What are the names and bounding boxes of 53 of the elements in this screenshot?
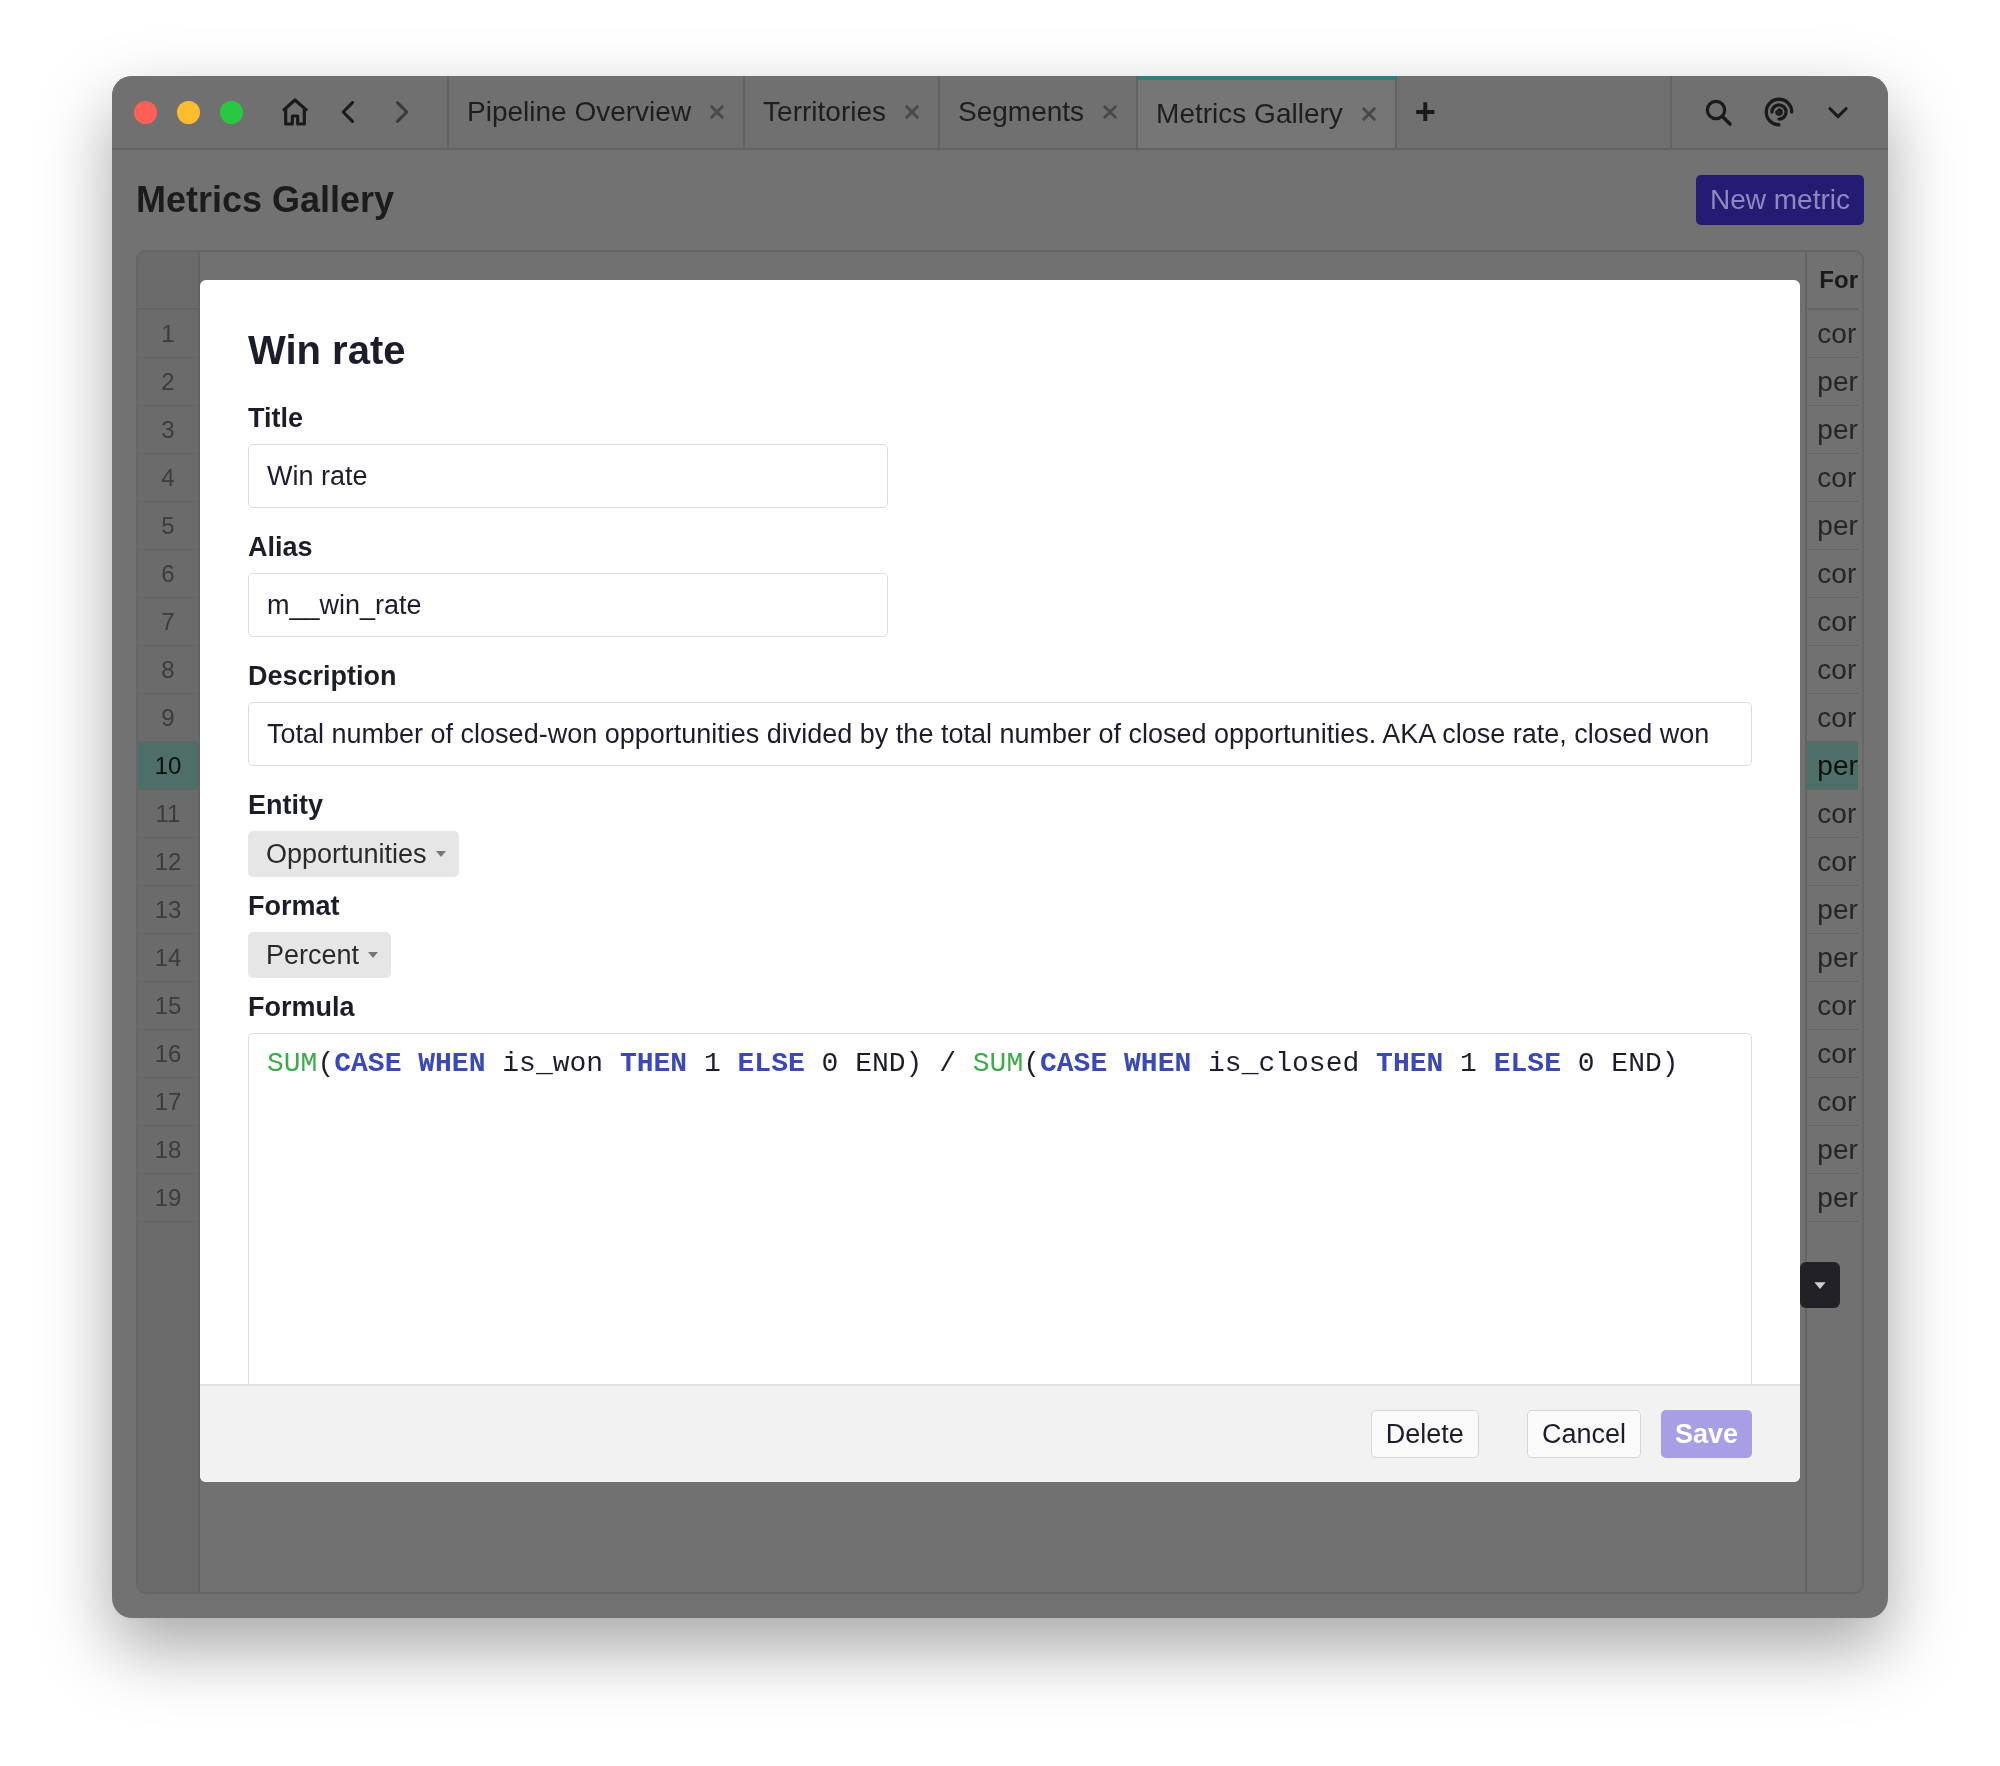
table-cell: cor: [1807, 982, 1858, 1030]
tab[interactable]: Territories: [745, 76, 941, 148]
table-cell: cor: [1807, 790, 1858, 838]
dropdown-button[interactable]: [1800, 1262, 1840, 1308]
row-number[interactable]: 10: [138, 742, 198, 790]
home-icon[interactable]: [279, 96, 311, 128]
format-dropdown[interactable]: Percent: [248, 932, 392, 978]
table-cell: cor: [1807, 598, 1858, 646]
table-cell: per: [1807, 1174, 1858, 1222]
minimize-window-button[interactable]: [177, 100, 200, 124]
maximize-window-button[interactable]: [220, 100, 243, 124]
table-cell: cor: [1807, 550, 1858, 598]
title-input-field[interactable]: Win rate: [248, 444, 888, 508]
table-cell: cor: [1807, 310, 1858, 358]
tab[interactable]: Pipeline Overview: [449, 76, 746, 148]
table-cell: cor: [1807, 1078, 1858, 1126]
table-cell: cor: [1807, 1030, 1858, 1078]
close-icon[interactable]: [1102, 104, 1119, 120]
new-metric-button[interactable]: New metric: [1696, 175, 1864, 225]
table-cell: per: [1807, 742, 1858, 790]
table-cell: per: [1807, 886, 1858, 934]
table-cell: per: [1807, 1126, 1858, 1174]
delete-button[interactable]: Delete: [1370, 1410, 1479, 1458]
table-cell: per: [1807, 502, 1858, 550]
table-cell: cor: [1807, 646, 1858, 694]
new-tab-button[interactable]: +: [1396, 76, 1454, 148]
field-label: Description: [248, 661, 397, 692]
field-label: Formula: [248, 992, 355, 1023]
table-cell: per: [1807, 358, 1858, 406]
dialog-title: Win rate: [248, 328, 406, 373]
caret-down-icon: [367, 951, 380, 959]
field-label: Entity: [248, 790, 323, 821]
column-header: For: [1807, 252, 1858, 310]
close-icon[interactable]: [709, 104, 726, 120]
caret-down-icon: [434, 850, 447, 858]
description-input-field[interactable]: Total number of closed-won opportunities divided by the total number of closed opportunities. AKA close rate, closed won: [248, 702, 1752, 766]
close-window-button[interactable]: [134, 100, 157, 124]
entity-dropdown[interactable]: Opportunities: [248, 831, 459, 877]
cancel-button[interactable]: Cancel: [1526, 1410, 1641, 1458]
field-label: Alias: [248, 532, 313, 563]
spiral-icon[interactable]: [1762, 95, 1796, 129]
page-title: Metrics Gallery: [136, 179, 395, 221]
table-cell: cor: [1807, 838, 1858, 886]
close-icon[interactable]: [904, 104, 921, 120]
table-cell: cor: [1807, 454, 1858, 502]
close-icon[interactable]: [1360, 106, 1377, 122]
table-cell: per: [1807, 934, 1858, 982]
caret-down-icon: [1813, 1280, 1827, 1290]
tab[interactable]: Metrics Gallery: [1138, 76, 1397, 148]
field-label: Title: [248, 403, 303, 434]
field-label: Format: [248, 891, 340, 922]
alias-input-field[interactable]: m__win_rate: [248, 573, 888, 637]
table-cell: per: [1807, 406, 1858, 454]
